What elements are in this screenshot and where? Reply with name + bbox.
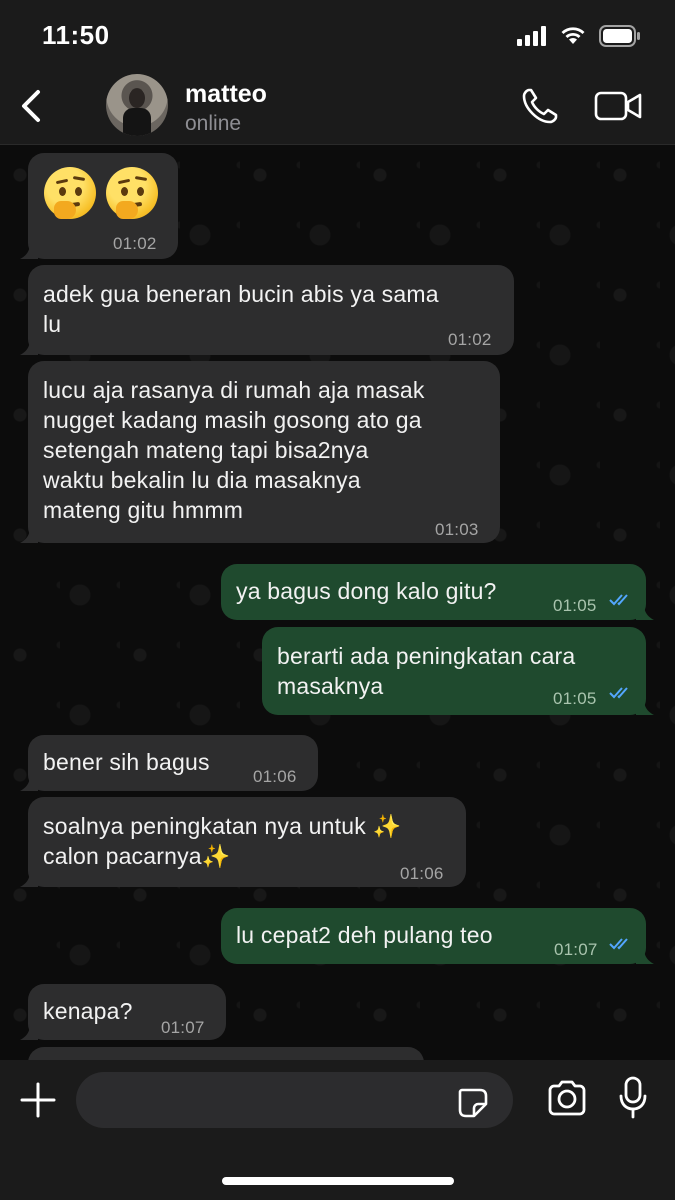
- status-bar: 11:50: [0, 0, 675, 70]
- message-time: 01:05: [553, 689, 597, 708]
- message-time: 01:03: [435, 520, 479, 539]
- chat-header: matteo online: [0, 70, 675, 145]
- wifi-icon: [561, 27, 585, 44]
- avatar[interactable]: [106, 74, 168, 136]
- message-time: 01:07: [554, 940, 598, 959]
- home-indicator: [222, 1177, 454, 1185]
- message-text: kenapa?: [43, 998, 133, 1024]
- contact-name[interactable]: matteo: [185, 80, 267, 109]
- message-bubble-outgoing[interactable]: ya bagus dong kalo gitu? 01:05: [221, 564, 654, 620]
- thinking-face-icon: [44, 167, 96, 219]
- battery-icon: [599, 25, 640, 47]
- message-text: ya bagus dong kalo gitu?: [236, 578, 497, 604]
- chat-area[interactable]: 01:02 adek gua beneran bucin abis ya sam…: [0, 145, 675, 1060]
- message-bubble-incoming[interactable]: 01:02: [20, 153, 178, 259]
- message-time: 01:06: [253, 767, 297, 786]
- read-receipt-icon: [609, 938, 628, 950]
- thinking-face-icon: [106, 167, 158, 219]
- signal-icon: [517, 26, 546, 46]
- message-time: 01:02: [448, 330, 492, 349]
- read-receipt-icon: [609, 594, 628, 606]
- message-text: adek gua beneran bucin abis ya sama lu: [43, 281, 439, 337]
- message-bubble-incoming[interactable]: lucu aja rasanya di rumah aja masak nugg…: [20, 361, 500, 543]
- message-bubble-incoming[interactable]: bener sih bagus 01:06: [20, 735, 318, 791]
- phone-icon[interactable]: [520, 86, 560, 126]
- message-text: bener sih bagus: [43, 749, 210, 775]
- message-time: 01:07: [161, 1018, 205, 1037]
- composer-bar: [0, 1060, 675, 1200]
- video-camera-icon[interactable]: [594, 90, 644, 122]
- status-icons: [517, 22, 641, 50]
- message-text: lucu aja rasanya di rumah aja masak nugg…: [43, 377, 425, 523]
- message-bubble-incoming[interactable]: adek gua beneran bucin abis ya sama lu 0…: [20, 265, 514, 355]
- message-bubble-outgoing[interactable]: berarti ada peningkatan cara masaknya 01…: [262, 627, 654, 715]
- message-bubble-incoming[interactable]: soalnya peningkatan nya untuk ✨ calon pa…: [20, 797, 466, 887]
- message-input[interactable]: [76, 1072, 513, 1128]
- message-time: 01:06: [400, 864, 444, 883]
- contact-status: online: [185, 112, 242, 135]
- message-bubble-incoming-partial[interactable]: [28, 1047, 424, 1060]
- read-receipt-icon: [609, 687, 628, 699]
- message-text: berarti ada peningkatan cara masaknya: [277, 643, 576, 699]
- microphone-icon[interactable]: [618, 1076, 648, 1120]
- camera-icon[interactable]: [546, 1080, 588, 1116]
- message-time: 01:05: [553, 596, 597, 615]
- message-text: lu cepat2 deh pulang teo: [236, 922, 493, 948]
- status-time: 11:50: [42, 20, 110, 50]
- plus-icon[interactable]: [20, 1082, 56, 1118]
- message-time: 01:02: [113, 234, 157, 253]
- chevron-left-icon[interactable]: [12, 84, 52, 128]
- message-bubble-outgoing[interactable]: lu cepat2 deh pulang teo 01:07: [221, 908, 654, 964]
- sticker-icon[interactable]: [456, 1086, 490, 1120]
- message-bubble-incoming[interactable]: kenapa? 01:07: [20, 984, 226, 1040]
- message-text: soalnya peningkatan nya untuk ✨ calon pa…: [43, 813, 402, 869]
